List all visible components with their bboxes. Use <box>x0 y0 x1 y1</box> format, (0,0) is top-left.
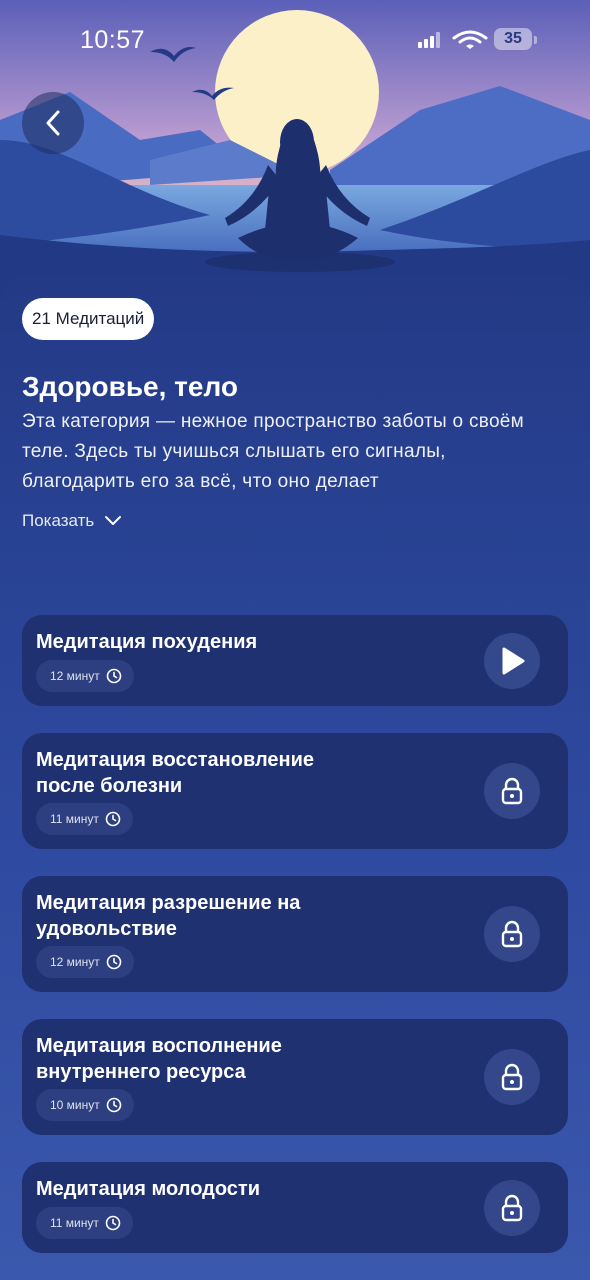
show-more-toggle[interactable]: Показать <box>22 511 122 531</box>
battery-tip <box>534 36 537 44</box>
clock-icon <box>106 1097 122 1113</box>
clock-icon <box>105 811 121 827</box>
meditation-card[interactable]: Медитация похудения 12 минут <box>22 615 568 706</box>
back-button[interactable] <box>22 92 84 154</box>
meditation-card[interactable]: Медитация восстановление после болезни 1… <box>22 733 568 849</box>
meditation-title: Медитация разрешение на удовольствие <box>36 892 301 940</box>
meditation-card[interactable]: Медитация молодости 11 минут <box>22 1162 568 1253</box>
status-bar: 10:57 35 <box>0 26 590 56</box>
show-more-label: Показать <box>22 511 95 530</box>
cellular-signal-icon <box>418 32 440 48</box>
chevron-down-icon <box>105 516 122 525</box>
play-icon <box>502 647 525 675</box>
meditation-card[interactable]: Медитация разрешение на удовольствие 12 … <box>22 876 568 992</box>
chevron-left-icon <box>46 110 60 136</box>
lock-icon <box>501 1063 523 1091</box>
lock-icon <box>501 920 523 948</box>
locked-indicator[interactable] <box>484 763 540 819</box>
duration-text: 12 минут <box>50 669 100 683</box>
content-sheet: 21 Медитаций Здоровье, тело Эта категори… <box>0 275 590 1280</box>
status-time: 10:57 <box>80 26 146 54</box>
meditation-card[interactable]: Медитация восполнение внутреннего ресурс… <box>22 1019 568 1135</box>
locked-indicator[interactable] <box>484 1180 540 1236</box>
meditation-count-badge: 21 Медитаций <box>22 298 155 340</box>
lock-icon <box>501 777 523 805</box>
meditation-title: Медитация похудения <box>36 631 258 653</box>
duration-text: 12 минут <box>50 955 100 969</box>
wifi-icon <box>452 30 488 49</box>
duration-text: 10 минут <box>50 1098 100 1112</box>
locked-indicator[interactable] <box>484 906 540 962</box>
locked-indicator[interactable] <box>484 1049 540 1105</box>
meditation-title: Медитация восполнение внутреннего ресурс… <box>36 1035 282 1083</box>
category-title: Здоровье, тело <box>22 371 238 402</box>
category-description: Эта категория — нежное пространство забо… <box>22 411 525 492</box>
clock-icon <box>105 1215 121 1231</box>
duration-badge: 12 минут <box>36 946 134 978</box>
play-button[interactable] <box>484 633 540 689</box>
duration-text: 11 минут <box>50 1216 99 1230</box>
clock-icon <box>106 668 122 684</box>
battery-indicator: 35 <box>494 28 532 50</box>
duration-text: 11 минут <box>50 812 99 826</box>
lock-icon <box>501 1194 523 1222</box>
meditation-title: Медитация восстановление после болезни <box>36 749 315 797</box>
duration-badge: 12 минут <box>36 660 134 692</box>
duration-badge: 11 минут <box>36 1207 133 1239</box>
duration-badge: 10 минут <box>36 1089 134 1121</box>
duration-badge: 11 минут <box>36 803 133 835</box>
clock-icon <box>106 954 122 970</box>
meditation-title: Медитация молодости <box>36 1178 261 1200</box>
